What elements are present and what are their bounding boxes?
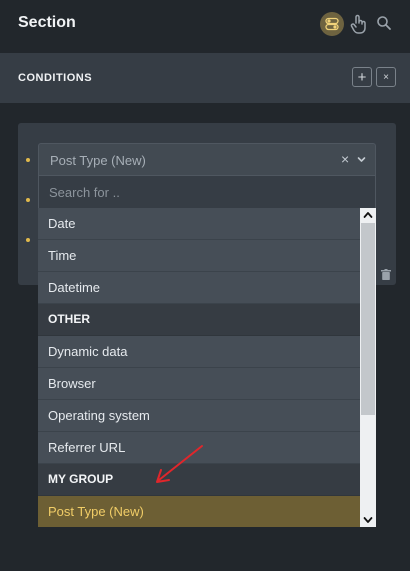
hand-pointer-icon[interactable] <box>349 13 367 35</box>
panel-title: Section <box>18 14 76 31</box>
option-operating-system[interactable]: Operating system <box>38 400 360 432</box>
scrollbar-thumb[interactable] <box>361 223 375 415</box>
options-scrollbar[interactable] <box>360 208 376 527</box>
option-search <box>38 176 376 208</box>
condition-bullet <box>26 238 30 242</box>
option-date[interactable]: Date <box>38 208 360 240</box>
close-conditions-button[interactable]: × <box>376 67 396 87</box>
group-heading-other: OTHER <box>38 304 360 336</box>
clear-icon[interactable]: × <box>341 151 349 167</box>
annotation-arrow-icon <box>156 445 203 483</box>
toggle-icon[interactable] <box>320 12 344 36</box>
option-time[interactable]: Time <box>38 240 360 272</box>
option-dynamic-data[interactable]: Dynamic data <box>38 336 360 368</box>
option-post-type-new[interactable]: Post Type (New) <box>38 496 360 527</box>
scroll-down-icon[interactable] <box>360 513 376 527</box>
select-value: Post Type (New) <box>50 153 146 168</box>
condition-bullet <box>26 198 30 202</box>
panel-header: Section <box>0 0 410 50</box>
conditions-header: CONDITIONS + × <box>0 53 410 103</box>
trash-icon[interactable] <box>381 269 391 280</box>
option-datetime[interactable]: Datetime <box>38 272 360 304</box>
conditions-label: CONDITIONS <box>18 72 93 84</box>
option-browser[interactable]: Browser <box>38 368 360 400</box>
search-icon[interactable] <box>376 15 392 31</box>
condition-bullet <box>26 158 30 162</box>
add-condition-button[interactable]: + <box>352 67 372 87</box>
search-input[interactable] <box>39 176 375 208</box>
condition-select[interactable]: Post Type (New) × <box>38 143 376 176</box>
chevron-down-icon[interactable] <box>357 155 366 164</box>
scroll-up-icon[interactable] <box>360 208 376 222</box>
